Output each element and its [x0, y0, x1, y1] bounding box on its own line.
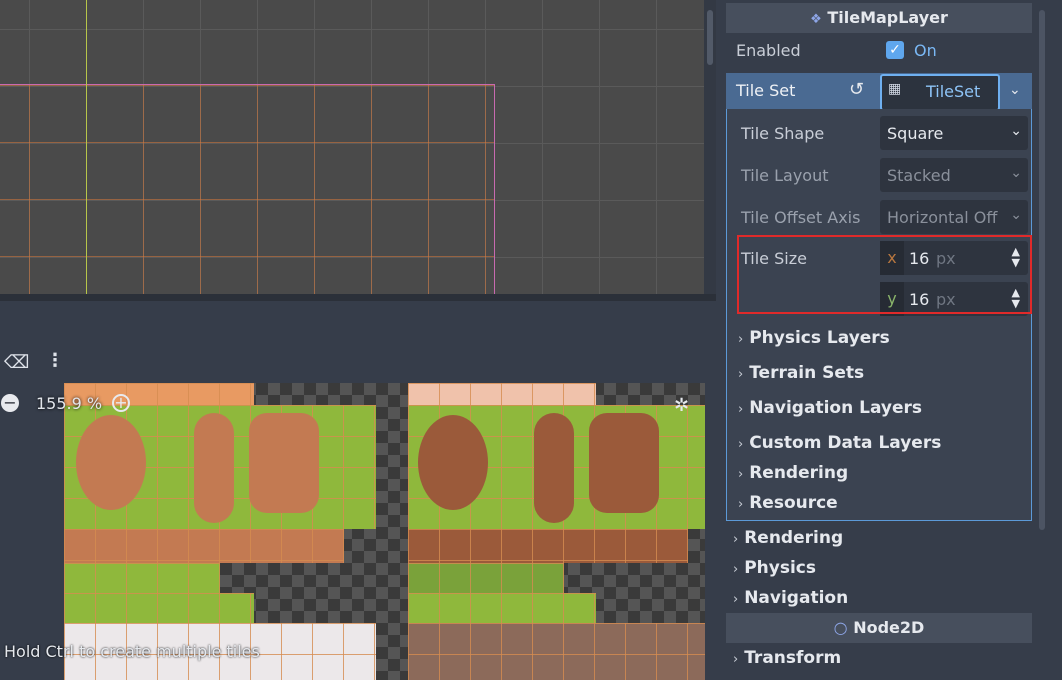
atlas-grass-row: [64, 563, 220, 593]
eraser-icon[interactable]: ⌫: [4, 352, 29, 373]
group-tileset-rendering[interactable]: › Rendering: [738, 463, 848, 483]
tile-layout-label: Tile Layout: [741, 166, 829, 185]
selection-hint: Hold Ctrl to create multiple tiles: [4, 642, 260, 661]
panel-splitter[interactable]: [0, 294, 716, 301]
tile-shape-select[interactable]: Square ⌄: [880, 116, 1028, 150]
enabled-value: On: [914, 41, 937, 60]
section-title: TileMapLayer: [827, 8, 948, 27]
chevron-down-icon: ⌄: [1010, 123, 1022, 139]
revert-icon[interactable]: ↺: [849, 79, 864, 100]
tile-atlas[interactable]: [64, 383, 705, 680]
more-options-icon[interactable]: ⋮: [46, 350, 64, 371]
chevron-right-icon: ›: [733, 592, 739, 607]
atlas-grass-row: [408, 593, 596, 623]
chevron-right-icon: ›: [733, 652, 739, 667]
group-navigation[interactable]: › Navigation: [733, 588, 848, 608]
section-node2d[interactable]: ○ Node2D: [726, 613, 1032, 643]
tile-shape-value: Square: [887, 124, 944, 143]
chevron-right-icon: ›: [733, 532, 739, 547]
group-terrain-sets[interactable]: › Terrain Sets: [738, 363, 864, 383]
chevron-right-icon: ›: [733, 562, 739, 577]
zoom-out-icon[interactable]: −: [1, 394, 19, 412]
atlas-cloud-row: [408, 623, 705, 680]
chevron-right-icon: ›: [738, 437, 744, 452]
tileset-resource-button[interactable]: ▦ TileSet: [880, 74, 1000, 111]
group-custom-data-layers[interactable]: › Custom Data Layers: [738, 433, 941, 453]
chevron-down-icon: ⌄: [1010, 165, 1022, 181]
y-axis-guide: [86, 0, 87, 296]
tilemaplayer-icon: ❖: [810, 12, 822, 27]
zoom-level: 155.9 %: [36, 394, 103, 413]
atlas-dirt-row: [408, 529, 688, 563]
tile-offset-axis-label: Tile Offset Axis: [741, 208, 861, 227]
dirt-patch: [534, 413, 574, 523]
atlas-dirt-row: [64, 529, 344, 563]
group-transform[interactable]: › Transform: [733, 648, 841, 668]
tile-offset-axis-value: Horizontal Off: [887, 208, 998, 227]
dirt-patch: [194, 413, 234, 523]
tile-shape-label: Tile Shape: [741, 124, 825, 143]
dirt-patch: [249, 413, 319, 513]
tile-offset-axis-select[interactable]: Horizontal Off ⌄: [880, 200, 1028, 234]
tileset-icon: ▦: [888, 81, 902, 97]
group-rendering[interactable]: › Rendering: [733, 528, 843, 548]
atlas-top-row: [408, 383, 596, 405]
atlas-grass-row: [408, 563, 564, 593]
enabled-checkbox[interactable]: ✓: [886, 41, 904, 59]
enabled-label: Enabled: [736, 41, 801, 60]
chevron-down-icon: ⌄: [1010, 207, 1022, 223]
tile-set-label: Tile Set: [736, 81, 796, 100]
dirt-patch: [589, 413, 659, 513]
tile-layout-select[interactable]: Stacked ⌄: [880, 158, 1028, 192]
atlas-grass-row: [64, 593, 254, 623]
dirt-patch: [76, 415, 146, 510]
section-title: Node2D: [853, 618, 925, 637]
inspector-scrollbar[interactable]: [1036, 0, 1048, 680]
node2d-icon: ○: [833, 618, 848, 637]
scrollbar-thumb[interactable]: [707, 10, 713, 65]
dirt-patch: [418, 415, 488, 510]
group-resource[interactable]: › Resource: [738, 493, 838, 513]
chevron-right-icon: ›: [738, 332, 744, 347]
chevron-right-icon: ›: [738, 497, 744, 512]
viewport-scrollbar[interactable]: [704, 0, 716, 296]
chevron-right-icon: ›: [738, 402, 744, 417]
chevron-right-icon: ›: [738, 367, 744, 382]
tileset-menu-chevron-icon[interactable]: ⌄: [1009, 82, 1021, 98]
group-physics[interactable]: › Physics: [733, 558, 816, 578]
scrollbar-thumb[interactable]: [1039, 10, 1045, 530]
zoom-in-icon[interactable]: +: [112, 394, 130, 412]
center-view-icon[interactable]: ✲: [674, 395, 689, 416]
canvas-viewport[interactable]: [0, 0, 704, 296]
tileset-resource-name: TileSet: [926, 82, 981, 101]
group-navigation-layers[interactable]: › Navigation Layers: [738, 398, 922, 418]
tile-layout-value: Stacked: [887, 166, 951, 185]
group-physics-layers[interactable]: › Physics Layers: [738, 328, 890, 348]
highlight-box: [737, 235, 1032, 314]
chevron-right-icon: ›: [738, 467, 744, 482]
tilemap-grid: [0, 84, 495, 296]
section-tilemaplayer[interactable]: ❖ TileMapLayer: [726, 3, 1032, 33]
